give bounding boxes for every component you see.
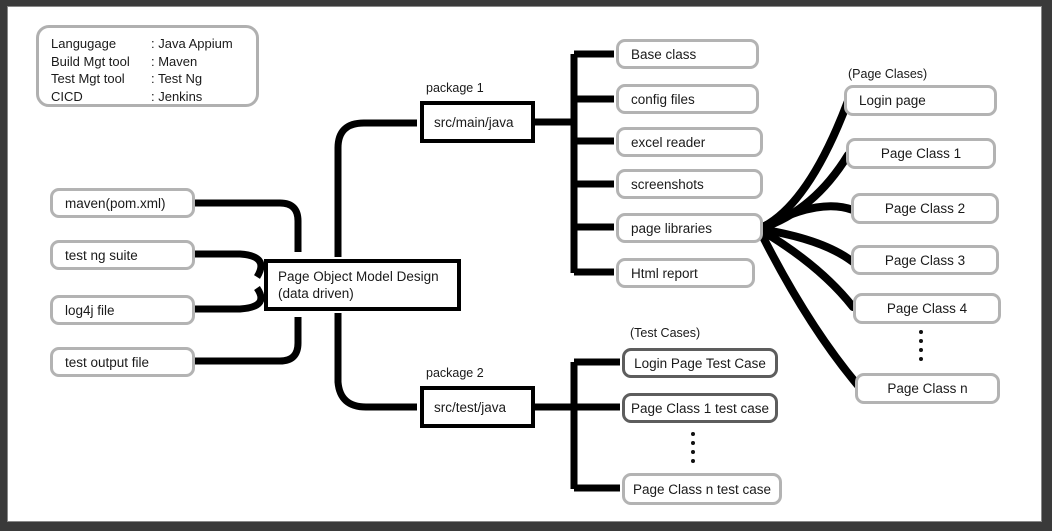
diagram-canvas: Langugage : Java Appium Build Mgt tool :… xyxy=(7,6,1042,522)
main-child-label: Html report xyxy=(631,265,698,281)
test-case-label: Login Page Test Case xyxy=(634,355,766,371)
test-cases-group-label: (Test Cases) xyxy=(630,326,701,340)
page-class-label: Page Class 4 xyxy=(886,301,968,316)
legend-key: Build Mgt tool xyxy=(51,53,130,69)
input-node-label: log4j file xyxy=(65,302,115,318)
test-case-login-page[interactable]: Login Page Test Case xyxy=(622,348,778,378)
input-node-test-output-file[interactable]: test output file xyxy=(50,347,195,377)
page-class-label: Page Class n xyxy=(887,381,968,396)
page-class-n[interactable]: Page Class n xyxy=(855,373,1000,404)
input-node-maven-pom[interactable]: maven(pom.xml) xyxy=(50,188,195,218)
main-child-label: page libraries xyxy=(631,220,713,236)
legend-key: CICD xyxy=(51,88,83,104)
package-1-path: src/main/java xyxy=(434,114,514,130)
main-child-label: excel reader xyxy=(631,134,706,150)
page-class-3[interactable]: Page Class 3 xyxy=(851,245,999,275)
test-case-label: Page Class n test case xyxy=(632,481,772,497)
package-1-label: package 1 xyxy=(426,81,484,95)
input-node-label: test ng suite xyxy=(65,247,138,263)
main-child-screenshots[interactable]: screenshots xyxy=(616,169,763,199)
legend-value: : Maven xyxy=(151,53,198,69)
main-child-label: Base class xyxy=(631,46,697,62)
legend-row: Langugage : Java Appium xyxy=(51,35,256,53)
legend-key: Langugage xyxy=(51,36,117,51)
test-case-label: Page Class 1 test case xyxy=(630,400,770,416)
center-node-line2: (data driven) xyxy=(278,286,354,301)
input-node-log4j-file[interactable]: log4j file xyxy=(50,295,195,325)
tech-stack-legend: Langugage : Java Appium Build Mgt tool :… xyxy=(36,25,259,107)
legend-row: Build Mgt tool : Maven xyxy=(51,53,256,71)
legend-value: : Test Ng xyxy=(151,71,203,86)
input-node-label: maven(pom.xml) xyxy=(65,195,166,211)
main-child-base-class[interactable]: Base class xyxy=(616,39,759,69)
main-child-page-libraries[interactable]: page libraries xyxy=(616,213,763,243)
main-child-label: config files xyxy=(631,91,695,107)
page-class-label: Login page xyxy=(859,93,926,108)
test-case-page-class-n[interactable]: Page Class n test case xyxy=(622,473,782,505)
test-case-page-class-1[interactable]: Page Class 1 test case xyxy=(622,393,778,423)
package-2-path: src/test/java xyxy=(434,399,507,415)
page-class-4[interactable]: Page Class 4 xyxy=(853,293,1001,324)
legend-row: Test Mgt tool : Test Ng xyxy=(51,70,256,88)
main-child-label: screenshots xyxy=(631,176,704,192)
page-class-label: Page Class 1 xyxy=(880,146,962,161)
page-class-login-page[interactable]: Login page xyxy=(844,85,997,116)
page-class-label: Page Class 2 xyxy=(884,201,966,216)
legend-row: CICD : Jenkins xyxy=(51,88,256,106)
legend-value: : Jenkins xyxy=(151,88,203,104)
page-class-1[interactable]: Page Class 1 xyxy=(846,138,996,169)
main-child-excel-reader[interactable]: excel reader xyxy=(616,127,763,157)
test-cases-ellipsis xyxy=(691,432,695,463)
page-class-2[interactable]: Page Class 2 xyxy=(851,193,999,224)
page-object-model-node[interactable]: Page Object Model Design (data driven) xyxy=(264,259,461,311)
legend-key: Test Mgt tool xyxy=(51,71,125,86)
package-1-node[interactable]: src/main/java xyxy=(420,101,535,143)
center-node-line1: Page Object Model Design xyxy=(278,269,439,284)
page-class-label: Page Class 3 xyxy=(884,252,966,268)
page-classes-group-label: (Page Clases) xyxy=(848,67,928,81)
main-child-html-report[interactable]: Html report xyxy=(616,258,755,288)
input-node-testng-suite[interactable]: test ng suite xyxy=(50,240,195,270)
input-node-label: test output file xyxy=(65,354,150,370)
package-2-label: package 2 xyxy=(426,366,484,380)
page-classes-ellipsis xyxy=(919,330,923,361)
legend-value: : Java Appium xyxy=(151,36,233,51)
main-child-config-files[interactable]: config files xyxy=(616,84,759,114)
package-2-node[interactable]: src/test/java xyxy=(420,386,535,428)
